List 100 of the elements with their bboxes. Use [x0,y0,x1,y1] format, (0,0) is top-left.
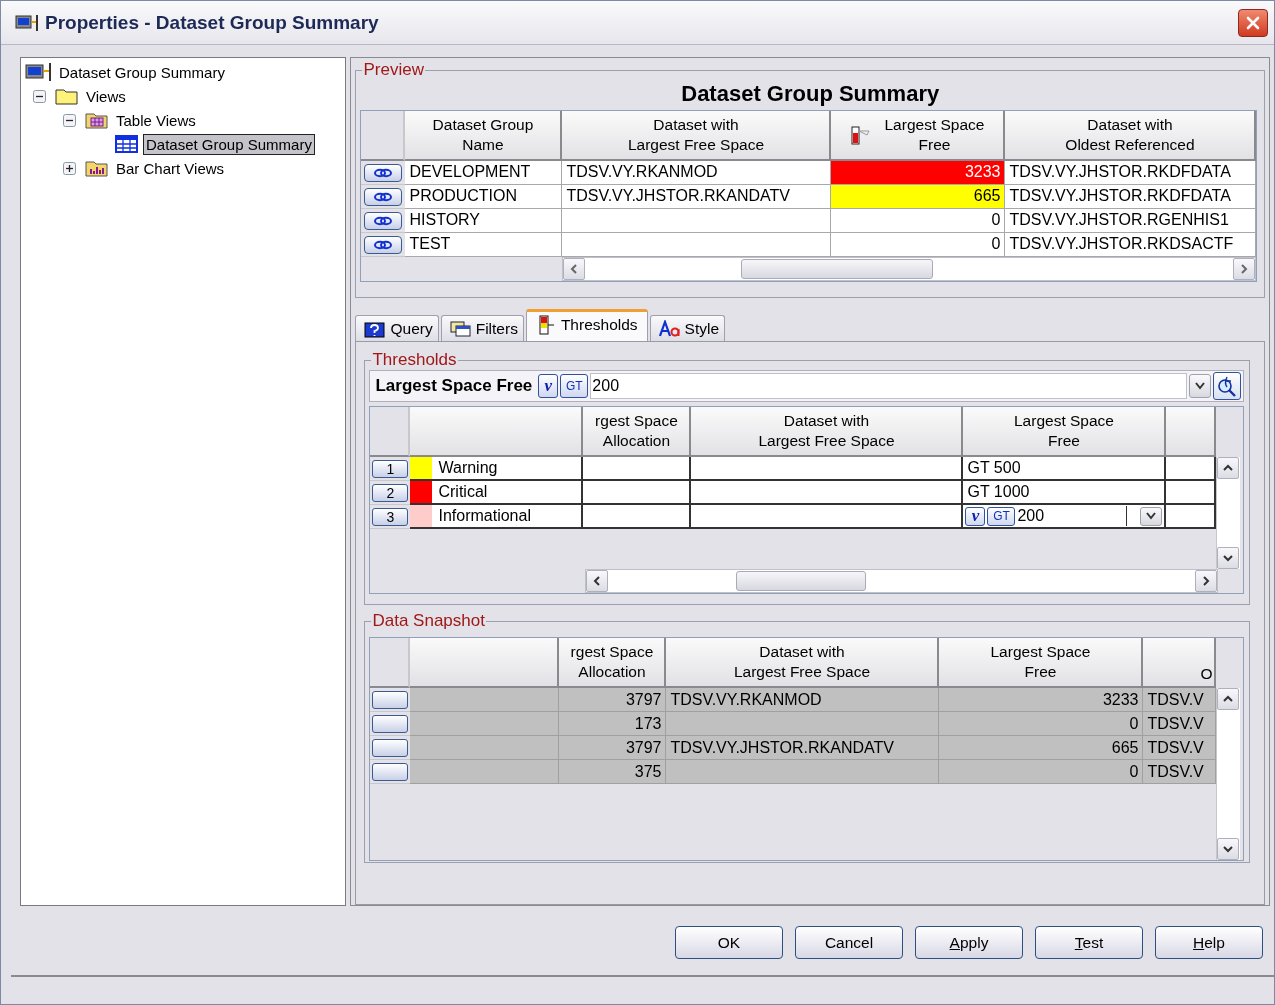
table-cell: TDSV.VY.JHSTOR.RKANDATV [666,736,940,760]
table-cell: TDSV.V [1143,736,1217,760]
collapse-icon[interactable] [32,89,46,103]
row-number-button[interactable]: 2 [372,483,409,502]
row-header-button[interactable] [372,738,409,757]
dialog-button[interactable]: Help [1155,926,1263,959]
dialog-button[interactable]: Apply [915,926,1023,959]
table-cell: TDSV.VY.JHSTOR.RGENHIS1 [1005,209,1257,233]
column-header[interactable]: Dataset Group Name [405,111,563,161]
tab[interactable]: Style [649,315,726,341]
column-header[interactable]: Largest Space Free [831,111,1006,161]
tree-item[interactable]: Dataset Group Summary [143,133,315,155]
column-header[interactable]: Dataset with Oldest Referenced [1005,111,1257,161]
scroll-left-button[interactable] [586,570,609,592]
threshold-name: Critical [437,482,488,502]
dialog-button[interactable]: Cancel [795,926,903,959]
scroll-right-button[interactable] [1233,258,1256,280]
tree-item[interactable]: Table Views [113,109,199,131]
windows-icon [449,319,472,338]
question-icon [364,319,387,338]
operator-button[interactable]: GT [987,506,1016,526]
row-header-button[interactable] [372,690,409,709]
close-button[interactable] [1238,8,1268,37]
table-cell: TDSV.VY.JHSTOR.RKANDATV [562,185,832,209]
row-link-button[interactable] [364,211,403,230]
dropdown-button[interactable] [1189,374,1212,398]
column-header[interactable]: Largest Space Free [939,638,1144,688]
column-name: Largest Space Free [375,376,533,396]
table-cell: GT 1000 [963,481,1167,505]
link-icon [372,190,395,203]
table-cell: TDSV.VY.RKANMOD [666,688,940,712]
table-cell: 0 [831,233,1006,257]
column-header[interactable]: Dataset with Largest Free Space [691,407,964,457]
table-cell: 3797 [559,688,667,712]
tree-item[interactable]: Bar Chart Views [113,157,228,179]
horizontal-scrollbar[interactable] [562,257,1257,281]
cell-editor[interactable]: v GT 200 [963,505,1167,529]
threshold-value-field[interactable]: 200 [1017,506,1128,526]
table-cell [1166,505,1217,529]
table-cell: 0 [939,712,1144,736]
table-icon [114,134,140,154]
column-header[interactable]: Largest Space Free [963,407,1167,457]
column-header[interactable]: rgest Space Allocation [583,407,692,457]
scroll-up-button[interactable] [1217,457,1240,479]
column-header[interactable] [410,638,560,688]
scrollbar-thumb[interactable] [736,571,867,591]
table-cell: 375 [559,760,667,784]
threshold-value-field[interactable]: 200 [590,373,1188,399]
column-header[interactable]: Dataset with Largest Free Space [562,111,832,161]
tab[interactable]: Query [355,315,439,341]
variable-button[interactable]: v [965,506,986,526]
dropdown-button[interactable] [1140,506,1163,526]
scroll-up-button[interactable] [1217,688,1240,710]
horizontal-scrollbar[interactable] [585,569,1219,593]
row-number-button[interactable]: 1 [372,459,409,478]
dialog-button[interactable]: Test [1035,926,1143,959]
row-header-button[interactable] [372,714,409,733]
row-number-button[interactable]: 3 [372,507,409,526]
font-style-icon [658,319,681,338]
expression-button[interactable] [1213,372,1242,400]
tree-item[interactable]: Views [83,85,129,107]
row-header-button[interactable] [372,762,409,781]
collapse-icon[interactable] [62,113,76,127]
expand-icon[interactable] [62,161,76,175]
scroll-down-button[interactable] [1217,838,1240,860]
table-cell: 0 [831,209,1006,233]
vertical-scrollbar[interactable] [1216,457,1241,569]
vertical-scrollbar[interactable] [1216,688,1241,860]
app-icon [15,13,39,32]
dialog-button[interactable]: OK [675,926,783,959]
table-cell: 0 [939,760,1144,784]
table-cell: 3233 [939,688,1144,712]
tree-item[interactable]: Dataset Group Summary [56,61,228,83]
table-folder-icon [84,110,110,130]
chevron-down-icon [1194,382,1207,390]
tab[interactable]: Thresholds [525,309,648,341]
scroll-down-button[interactable] [1217,547,1240,569]
chart-folder-icon [84,158,110,178]
table-cell: TDSV.VY.JHSTOR.RKDSACTF [1005,233,1257,257]
folder-icon [54,86,80,106]
variable-button[interactable]: v [538,374,559,398]
row-link-button[interactable] [364,235,403,254]
scroll-left-button[interactable] [563,258,586,280]
threshold-icon [536,313,557,336]
tab[interactable]: Filters [440,315,524,341]
table-title: Dataset Group Summary [680,80,941,108]
table-cell: 173 [559,712,667,736]
scroll-right-button[interactable] [1195,570,1218,592]
table-cell: GT 500 [963,457,1167,481]
row-link-button[interactable] [364,187,403,206]
operator-button[interactable]: GT [560,374,589,398]
column-header[interactable]: Dataset with Largest Free Space [666,638,940,688]
column-header[interactable]: rgest Space Allocation [559,638,667,688]
link-icon [372,166,395,179]
scrollbar-thumb[interactable] [741,259,934,279]
group-legend: Thresholds [371,350,458,370]
column-header[interactable]: O [1143,638,1217,688]
row-link-button[interactable] [364,163,403,182]
window-title: Properties - Dataset Group Summary [45,11,380,34]
column-header[interactable] [410,407,584,457]
